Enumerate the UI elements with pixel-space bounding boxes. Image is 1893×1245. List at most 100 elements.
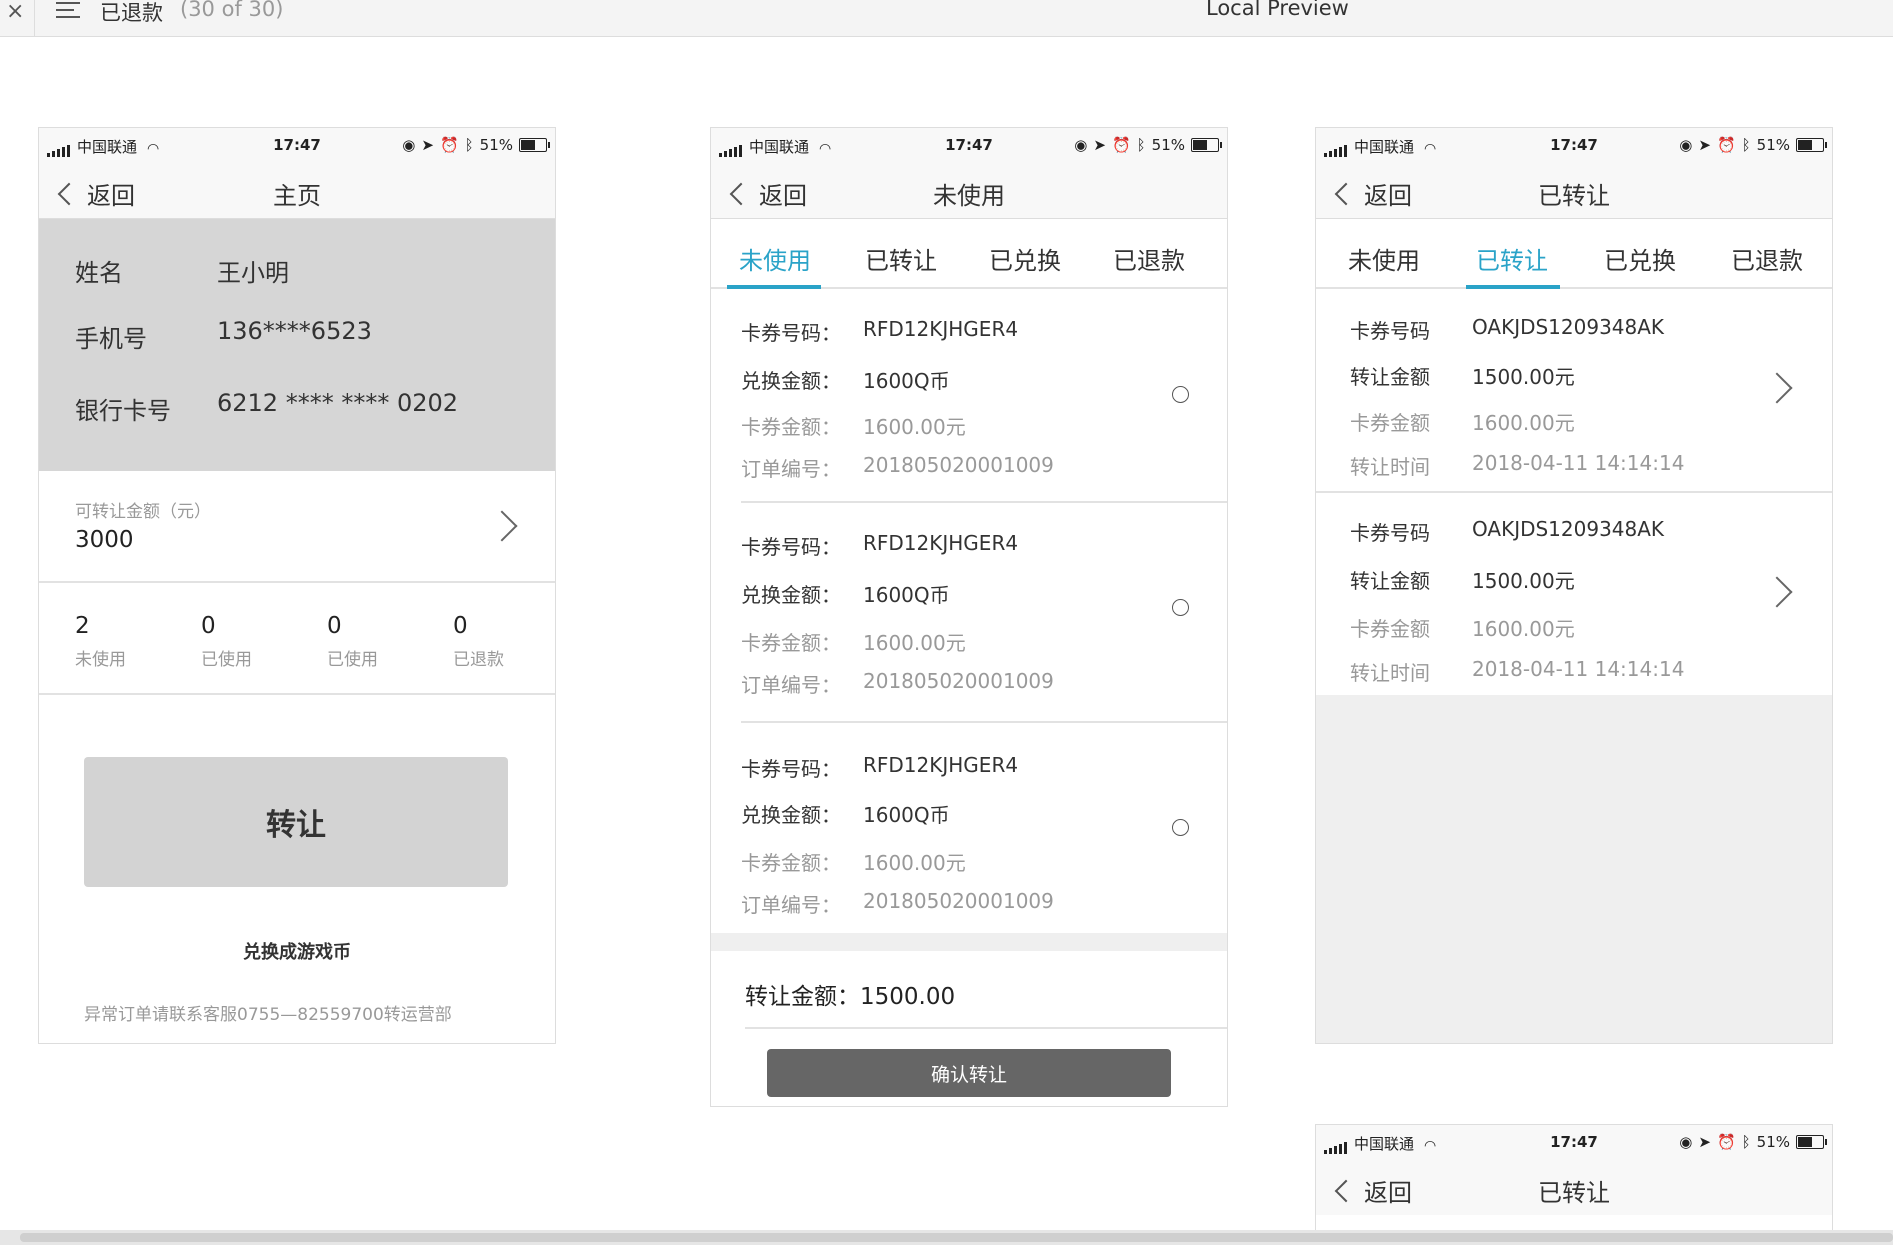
transfer-button[interactable]: 转让 xyxy=(84,757,508,887)
exchange-value: 1600Q币 xyxy=(863,369,950,393)
bluetooth-icon: ᛒ xyxy=(1741,1133,1751,1151)
status-bar: 中国联通 ◠ 17:47 ◉ ➤ ⏰ ᛒ 51% xyxy=(711,128,1227,166)
card-amount-label: 卡券金额： xyxy=(741,631,841,655)
stat-used[interactable]: 0 已使用 xyxy=(201,613,301,670)
stats-row: 2 未使用 0 已使用 0 已使用 0 已退款 xyxy=(39,583,555,695)
tab-transferred[interactable]: 已转让 xyxy=(865,241,937,276)
stat-number: 2 xyxy=(75,613,90,639)
stat-refunded[interactable]: 0 已退款 xyxy=(453,613,553,670)
stat-unused[interactable]: 2 未使用 xyxy=(75,613,175,670)
time-value: 2018-04-11 14:14:14 xyxy=(1472,657,1685,681)
exchange-label: 兑换金额： xyxy=(741,369,841,393)
scrollbar-thumb[interactable] xyxy=(20,1233,1893,1242)
time-value: 2018-04-11 14:14:14 xyxy=(1472,451,1685,475)
available-label: 可转让金额（元） xyxy=(75,502,211,522)
unused-screen: 中国联通 ◠ 17:47 ◉ ➤ ⏰ ᛒ 51% 返回 未使用 未使用 已转让 已兑换 已… xyxy=(710,127,1228,1107)
code-value: RFD12KJHGER4 xyxy=(863,317,1019,341)
page-title: 未使用 xyxy=(933,182,1005,210)
card-amount-label: 卡券金额： xyxy=(741,851,841,875)
tab-exchanged[interactable]: 已兑换 xyxy=(989,241,1061,276)
confirm-transfer-button[interactable]: 确认转让 xyxy=(767,1049,1171,1097)
close-icon[interactable]: × xyxy=(6,0,24,24)
screen-title: 已退款 xyxy=(100,1,163,25)
stat-used-2[interactable]: 0 已使用 xyxy=(327,613,427,670)
transferred-screen-2: 中国联通 ◠ 17:47 ◉ ➤ ⏰ ᛒ 51% 返回 已转让 xyxy=(1315,1124,1833,1235)
available-amount-row[interactable]: 可转让金额（元） 3000 xyxy=(39,471,555,583)
lock-rotation-icon: ◉ xyxy=(1679,1133,1693,1151)
card-amount-value: 1600.00元 xyxy=(863,631,966,655)
tab-unused[interactable]: 未使用 xyxy=(739,241,811,276)
name-label: 姓名 xyxy=(75,259,123,287)
nav-bar: 返回 已转让 xyxy=(1316,166,1832,219)
tab-refunded[interactable]: 已退款 xyxy=(1731,241,1803,276)
card-amount-value: 1600.00元 xyxy=(1472,617,1575,641)
alarm-icon: ⏰ xyxy=(1716,1133,1736,1151)
bluetooth-icon: ᛒ xyxy=(1136,136,1146,154)
transferred-screen: 中国联通 ◠ 17:47 ◉ ➤ ⏰ ᛒ 51% 返回 已转让 未使用 已转让 已兑换 已… xyxy=(1315,127,1833,1044)
support-note: 异常订单请联系客服0755—82559700转运营部 xyxy=(84,1005,452,1025)
select-radio[interactable] xyxy=(1172,819,1189,836)
stat-label: 已使用 xyxy=(327,650,378,670)
confirm-area: 确认转让 xyxy=(711,1029,1227,1106)
status-bar: 中国联通 ◠ 17:47 ◉ ➤ ⏰ ᛒ 51% xyxy=(1316,128,1832,166)
lock-rotation-icon: ◉ xyxy=(1074,136,1088,154)
phone-value: 136****6523 xyxy=(217,317,372,345)
menu-icon[interactable] xyxy=(56,2,80,20)
card-amount-label: 卡券金额： xyxy=(741,415,841,439)
transfer-record[interactable]: 卡券号码 OAKJDS1209348AK 转让金额 1500.00元 卡券金额 160… xyxy=(1316,493,1832,695)
alarm-icon: ⏰ xyxy=(1111,136,1131,154)
exchange-link[interactable]: 兑换成游戏币 xyxy=(39,938,555,964)
coupon-item[interactable]: 卡券号码： RFD12KJHGER4 兑换金额： 1600Q币 卡券金额： 1600.… xyxy=(741,723,1227,933)
horizontal-scrollbar[interactable] xyxy=(0,1230,1893,1245)
code-value: OAKJDS1209348AK xyxy=(1472,517,1665,541)
toolbar-divider xyxy=(34,0,35,36)
select-radio[interactable] xyxy=(1172,599,1189,616)
transfer-record[interactable]: 卡券号码 OAKJDS1209348AK 转让金额 1500.00元 卡券金额 160… xyxy=(1316,289,1832,493)
order-label: 订单编号： xyxy=(741,893,841,917)
battery-icon xyxy=(519,138,550,152)
tab-unused[interactable]: 未使用 xyxy=(1348,241,1420,276)
card-row: 银行卡号 6212 **** **** 0202 xyxy=(75,389,458,426)
code-value: RFD12KJHGER4 xyxy=(863,531,1019,555)
nav-bar: 返回 主页 xyxy=(39,166,555,219)
coupon-item[interactable]: 卡券号码： RFD12KJHGER4 兑换金额： 1600Q币 卡券金额： 1600.… xyxy=(741,289,1227,503)
name-value: 王小明 xyxy=(217,259,289,287)
battery-percent: 51% xyxy=(1151,136,1185,154)
battery-percent: 51% xyxy=(1756,1133,1790,1151)
phone-row: 手机号 136****6523 xyxy=(75,317,372,354)
order-value: 201805020001009 xyxy=(863,453,1054,477)
order-label: 订单编号： xyxy=(741,457,841,481)
stat-label: 已退款 xyxy=(453,650,504,670)
amount-value: 1500.00元 xyxy=(1472,569,1575,593)
battery-percent: 51% xyxy=(1756,136,1790,154)
card-amount-label: 卡券金额 xyxy=(1350,617,1430,641)
available-value: 3000 xyxy=(75,527,134,553)
preview-toolbar: × 已退款 (30 of 30) Local Preview xyxy=(0,0,1893,37)
page-title: 主页 xyxy=(273,182,321,210)
code-value: OAKJDS1209348AK xyxy=(1472,315,1665,339)
card-label: 银行卡号 xyxy=(75,397,171,425)
tab-exchanged[interactable]: 已兑换 xyxy=(1604,241,1676,276)
battery-icon xyxy=(1796,1135,1827,1149)
battery-icon xyxy=(1191,138,1222,152)
stat-number: 0 xyxy=(327,613,342,639)
card-amount-value: 1600.00元 xyxy=(863,851,966,875)
card-amount-value: 1600.00元 xyxy=(863,415,966,439)
nav-bar: 返回 已转让 xyxy=(1316,1163,1832,1215)
code-value: RFD12KJHGER4 xyxy=(863,753,1019,777)
select-radio[interactable] xyxy=(1172,386,1189,403)
order-value: 201805020001009 xyxy=(863,889,1054,913)
tab-refunded[interactable]: 已退款 xyxy=(1113,241,1185,276)
chevron-right-icon xyxy=(486,510,518,542)
location-icon: ➤ xyxy=(1698,1133,1711,1151)
page-title: 已转让 xyxy=(1538,182,1610,210)
phone-label: 手机号 xyxy=(75,325,147,353)
coupon-item[interactable]: 卡券号码： RFD12KJHGER4 兑换金额： 1600Q币 卡券金额： 1600.… xyxy=(741,503,1227,723)
lock-rotation-icon: ◉ xyxy=(402,136,416,154)
order-label: 订单编号： xyxy=(741,673,841,697)
exchange-value: 1600Q币 xyxy=(863,583,950,607)
tab-transferred[interactable]: 已转让 xyxy=(1476,241,1548,276)
card-value: 6212 **** **** 0202 xyxy=(217,389,459,417)
home-screen: 中国联通 ◠ 17:47 ◉ ➤ ⏰ ᛒ 51% 返回 主页 姓名 王小明 手机号 136**… xyxy=(38,127,556,1044)
amount-value: 1500.00元 xyxy=(1472,365,1575,389)
